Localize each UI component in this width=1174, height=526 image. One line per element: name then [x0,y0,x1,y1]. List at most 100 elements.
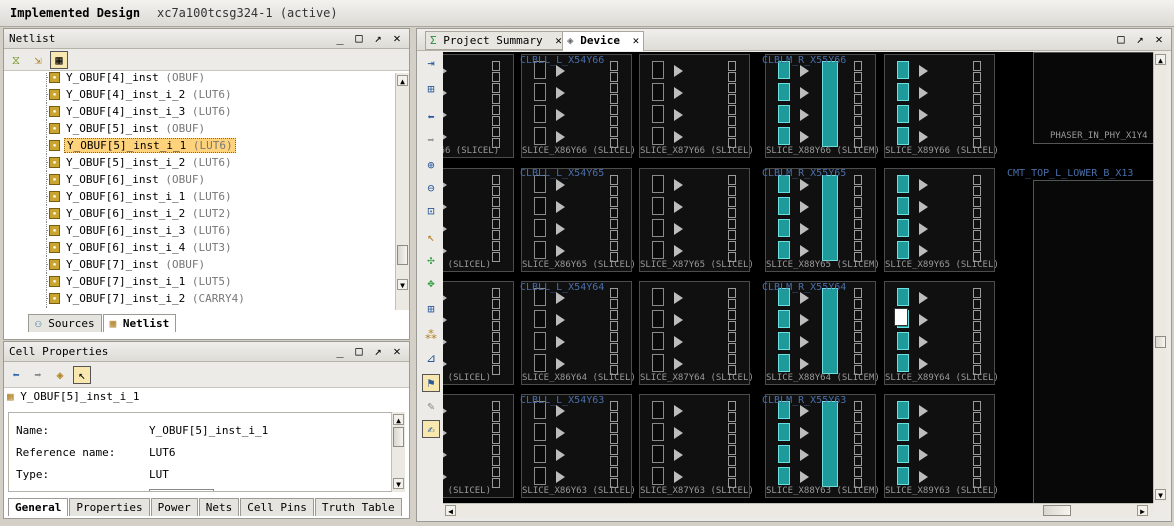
restore-icon[interactable]: □ [353,31,365,45]
lut-site[interactable] [778,83,790,101]
lut-site[interactable] [897,83,909,101]
route-icon[interactable]: ⊞ [422,300,440,318]
lut-site[interactable] [652,354,664,372]
forward-icon[interactable]: ➡ [29,366,47,384]
lut-site[interactable] [652,219,664,237]
netlist-row[interactable]: ▪ Y_OBUF[4]_inst_i_2 (LUT6) [4,86,394,103]
device-vscrollbar[interactable]: ▲ ▼ [1153,52,1167,503]
device-hscrollbar[interactable]: ◀ ▶ [443,503,1153,517]
lut-site[interactable] [534,354,546,372]
slice-tile[interactable]: X85Y66 (SLICEL) [443,54,514,158]
lut-site[interactable] [778,354,790,372]
lut-site[interactable] [534,105,546,123]
netlist-row[interactable]: ▪ Y_OBUF[6]_inst (OBUF) [4,171,394,188]
lut-site[interactable] [652,105,664,123]
slice-tile[interactable]: Y63 (SLICEL) [443,394,514,498]
lut-site[interactable] [534,241,546,259]
draw-icon[interactable]: ✍ [422,420,440,438]
lut-site[interactable] [897,127,909,145]
auto-select-icon[interactable]: ↖ [73,366,91,384]
expand-icon[interactable]: ✣ [422,251,440,269]
slice-tile[interactable]: SLICE_X88Y65 (SLICEM) [765,168,880,272]
highlight-icon[interactable]: ⚑ [422,374,440,392]
lut-site[interactable] [897,332,909,350]
lut-site[interactable] [652,467,664,485]
netlist-scrollbar[interactable]: ▲ ▼ [395,73,409,310]
lut-site[interactable] [778,219,790,237]
lut-site[interactable] [897,219,909,237]
scroll-left-icon[interactable]: ◀ [445,505,456,516]
slice-tile[interactable]: SLICE_X86Y65 (SLICEL) [521,168,636,272]
close-icon[interactable]: ✕ [555,34,562,47]
scroll-thumb[interactable] [393,427,404,447]
slice-tile[interactable]: Y65 (SLICEL) [443,168,514,272]
lut-site[interactable] [778,197,790,215]
netlist-row[interactable]: ▪ Y_OBUF[6]_inst_i_3 (LUT6) [4,222,394,239]
lut-site[interactable] [778,467,790,485]
lut-site[interactable] [897,197,909,215]
pin-icon[interactable]: ✎ [422,397,440,415]
slice-tile[interactable]: SLICE_X87Y65 (SLICEL) [639,168,754,272]
minimize-icon[interactable]: _ [334,31,346,45]
scroll-up-icon[interactable]: ▲ [397,75,408,86]
slice-tile[interactable]: SLICE_X87Y64 (SLICEL) [639,281,754,385]
lut-site[interactable] [534,310,546,328]
hierarchy-icon[interactable]: ⊞ [422,80,440,98]
lut-site[interactable] [534,83,546,101]
lut-site[interactable] [652,401,664,419]
slice-tile[interactable]: SLICE_X88Y66 (SLICEM) [765,54,880,158]
slice-tile[interactable]: SLICE_X87Y63 (SLICEL) [639,394,754,498]
collapse-icon[interactable]: ✥ [422,274,440,292]
netlist-row[interactable]: ▪ Y_OBUF[7]_inst_i_1 (LUT5) [4,273,394,290]
netlist-row[interactable]: ▪ Y_OBUF[5]_inst_i_1 (LUT6) [4,137,394,154]
tab-properties[interactable]: Properties [69,498,150,516]
tab-power[interactable]: Power [150,498,198,516]
netlist-row[interactable]: ▪ Y_OBUF[7]_inst_i_2 (CARRY4) [4,290,394,307]
tab-truth-table[interactable]: Truth Table [314,498,402,516]
back-icon[interactable]: ⬅ [7,366,25,384]
auto-fit-icon[interactable]: ⇥ [422,54,440,72]
scroll-down-icon[interactable]: ▼ [1155,489,1166,500]
lut-site[interactable] [652,61,664,79]
slice-tile[interactable]: SLICE_X89Y64 (SLICEL) [884,281,999,385]
selected-lut[interactable] [894,308,908,326]
combo-box[interactable] [149,489,214,491]
tab-cell-pins[interactable]: Cell Pins [240,498,314,516]
tab-project-summary[interactable]: Σ Project Summary ✕ [425,31,567,50]
float-icon[interactable]: ↗ [372,31,384,45]
zoom-fit-icon[interactable]: ⊡ [422,202,440,220]
slice-tile[interactable]: SLICE_X86Y66 (SLICEL) [521,54,636,158]
lut-site[interactable] [778,332,790,350]
lut-site[interactable] [897,241,909,259]
netlist-row[interactable]: ▪ Y_OBUF[6]_inst_i_4 (LUT3) [4,239,394,256]
minimize-icon[interactable]: _ [334,344,346,358]
zoom-out-icon[interactable]: ⊖ [422,179,440,197]
lut-site[interactable] [652,288,664,306]
slice-tile[interactable]: SLICE_X89Y66 (SLICEL) [884,54,999,158]
device-view[interactable]: X85Y66 (SLICEL) SLICE_X86Y66 (SLICEL) SLIC… [443,52,1153,503]
tab-netlist[interactable]: ▦ Netlist [102,314,177,332]
netlist-row[interactable]: ▪ Y_OBUF[7]_inst (OBUF) [4,256,394,273]
scroll-down-icon[interactable]: ▼ [393,478,404,489]
lut-site[interactable] [778,310,790,328]
netlist-row[interactable]: ▪ Y_OBUF[6]_inst_i_2 (LUT2) [4,205,394,222]
close-icon[interactable]: ✕ [1153,32,1165,46]
lut-site[interactable] [534,197,546,215]
select-cell-icon[interactable]: ◈ [51,366,69,384]
lut-site[interactable] [652,175,664,193]
lut-site[interactable] [897,105,909,123]
tab-device[interactable]: ◈ Device ✕ [562,31,645,51]
float-icon[interactable]: ↗ [372,344,384,358]
float-icon[interactable]: ↗ [1134,32,1146,46]
slice-tile[interactable]: Y64 (SLICEL) [443,281,514,385]
zoom-in-icon[interactable]: ⊕ [422,156,440,174]
lut-site[interactable] [778,423,790,441]
netlist-row[interactable]: ▪ Y_OBUF[4]_inst_i_3 (LUT6) [4,103,394,120]
lut-site[interactable] [652,127,664,145]
slice-tile[interactable]: SLICE_X88Y64 (SLICEM) [765,281,880,385]
scroll-right-icon[interactable]: ▶ [1137,505,1148,516]
scroll-up-icon[interactable]: ▲ [1155,54,1166,65]
phaser-block[interactable]: PHASER_IN_PHY_X1Y4 [1033,52,1153,144]
lut-site[interactable] [534,423,546,441]
lut-site[interactable] [897,354,909,372]
